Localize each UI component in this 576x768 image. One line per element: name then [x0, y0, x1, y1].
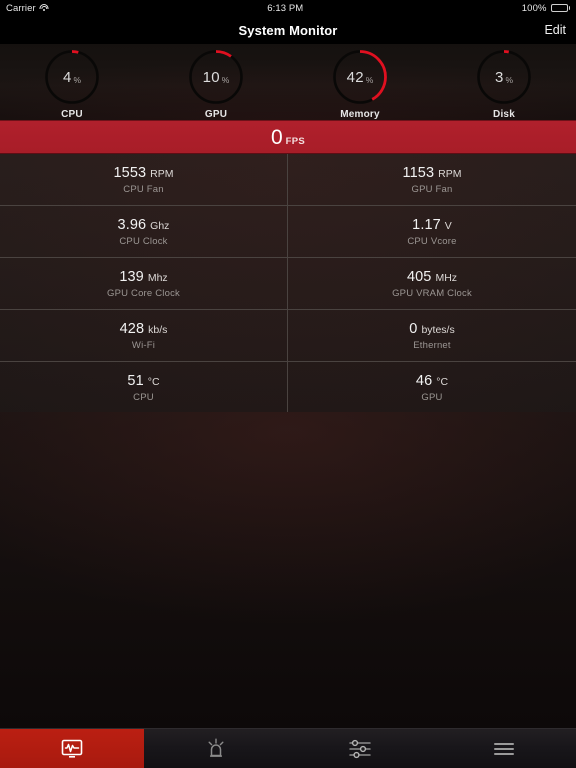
table-row: 3.96 Ghz CPU Clock 1.17 V CPU Vcore	[0, 206, 576, 258]
stat-label: GPU VRAM Clock	[392, 287, 472, 299]
stat-cell-gpu-vram-clock[interactable]: 405 MHz GPU VRAM Clock	[288, 258, 576, 309]
gauge-value-memory: 42 %	[346, 68, 374, 86]
stat-cell-gpu-fan[interactable]: 1153 RPM GPU Fan	[288, 154, 576, 205]
stat-value: 0 bytes/s	[409, 320, 455, 337]
stat-value: 3.96 Ghz	[117, 216, 170, 233]
alarm-light-icon	[208, 738, 224, 757]
stat-label: GPU	[421, 392, 443, 403]
stat-value: 139 Mhz	[119, 268, 168, 285]
stat-label: CPU Clock	[119, 235, 168, 247]
gauge-value-gpu: 10 %	[202, 68, 230, 86]
gauge-gpu[interactable]: 10 % GPU	[161, 48, 271, 120]
page-title: System Monitor	[238, 22, 338, 38]
stat-cell-cpu-clock[interactable]: 3.96 Ghz CPU Clock	[0, 206, 288, 257]
fps-banner[interactable]: 0 FPS	[0, 120, 576, 154]
edit-button[interactable]: Edit	[544, 23, 566, 37]
table-row: 428 kb/s Wi-Fi 0 bytes/s Ethernet	[0, 310, 576, 362]
stat-value: 46 °C	[415, 373, 449, 389]
tab-settings[interactable]	[288, 729, 432, 768]
gauge-value-cpu: 4 %	[62, 68, 82, 86]
gauge-disk[interactable]: 3 % Disk	[449, 48, 559, 120]
gauge-row: 4 % CPU 10 % GPU 42 % Memory 3 % Disk	[0, 44, 576, 120]
stat-cell-cpu-vcore[interactable]: 1.17 V CPU Vcore	[288, 206, 576, 257]
tab-bar	[0, 728, 576, 768]
stat-label: GPU Fan	[411, 183, 453, 195]
stat-cell-gpu-temp[interactable]: 46 °C GPU	[288, 362, 576, 414]
stat-cell-cpu-temp[interactable]: 51 °C CPU	[0, 362, 288, 414]
monitor-waveform-icon	[61, 739, 83, 758]
stat-cell-cpu-fan[interactable]: 1553 RPM CPU Fan	[0, 154, 288, 205]
hamburger-menu-icon	[494, 742, 514, 755]
gauge-memory[interactable]: 42 % Memory	[305, 48, 415, 120]
tab-monitor[interactable]	[0, 729, 144, 768]
gauge-dial-gpu: 10 %	[187, 48, 245, 106]
stat-value: 1.17 V	[412, 216, 452, 233]
stat-value: 1153 RPM	[402, 164, 462, 181]
gauge-label-disk: Disk	[493, 109, 515, 120]
stat-label: Ethernet	[413, 339, 451, 351]
tab-menu[interactable]	[432, 729, 576, 768]
stat-value: 405 MHz	[406, 268, 458, 285]
stats-table: 1553 RPM CPU Fan 1153 RPM GPU Fan 3.96 G…	[0, 154, 576, 415]
stat-value: 1553 RPM	[113, 164, 174, 181]
stat-label: CPU Fan	[123, 183, 164, 195]
fps-value: 0	[270, 125, 283, 149]
battery-percent-label: 100%	[521, 2, 547, 14]
gauge-value-disk: 3 %	[494, 68, 514, 86]
sliders-icon	[349, 739, 371, 758]
fps-unit: FPS	[285, 135, 306, 147]
gauge-dial-cpu: 4 %	[43, 48, 101, 106]
gauge-dial-memory: 42 %	[331, 48, 389, 106]
stat-cell-wifi[interactable]: 428 kb/s Wi-Fi	[0, 310, 288, 361]
stat-label: Wi-Fi	[131, 339, 156, 351]
stat-value: 51 °C	[127, 373, 160, 389]
empty-content-area	[0, 412, 576, 728]
status-bar-right: 100%	[522, 3, 570, 14]
stat-label: CPU	[133, 392, 154, 403]
status-bar: Carrier 6:13 PM 100%	[0, 0, 576, 16]
table-row: 139 Mhz GPU Core Clock 405 MHz GPU VRAM …	[0, 258, 576, 310]
table-row: 1553 RPM CPU Fan 1153 RPM GPU Fan	[0, 154, 576, 206]
gauge-label-gpu: GPU	[204, 109, 228, 120]
wifi-icon	[39, 4, 49, 12]
status-bar-left: Carrier	[6, 3, 49, 14]
table-row: 51 °C CPU 46 °C GPU	[0, 362, 576, 414]
battery-full-icon	[550, 4, 570, 12]
stat-value: 428 kb/s	[119, 320, 168, 337]
status-bar-time: 6:13 PM	[267, 2, 304, 14]
stat-label: GPU Core Clock	[106, 287, 180, 299]
gauge-cpu[interactable]: 4 % CPU	[17, 48, 127, 120]
navigation-bar: System Monitor Edit	[0, 16, 576, 44]
stat-label: CPU Vcore	[407, 235, 457, 247]
stat-cell-ethernet[interactable]: 0 bytes/s Ethernet	[288, 310, 576, 361]
gauge-label-memory: Memory	[340, 109, 380, 120]
carrier-label: Carrier	[6, 2, 36, 14]
gauge-dial-disk: 3 %	[475, 48, 533, 106]
gauge-label-cpu: CPU	[61, 109, 83, 120]
tab-alarm[interactable]	[144, 729, 288, 768]
system-monitor-app: Carrier 6:13 PM 100% System Monitor Edit	[0, 0, 576, 768]
stat-cell-gpu-core-clock[interactable]: 139 Mhz GPU Core Clock	[0, 258, 288, 309]
